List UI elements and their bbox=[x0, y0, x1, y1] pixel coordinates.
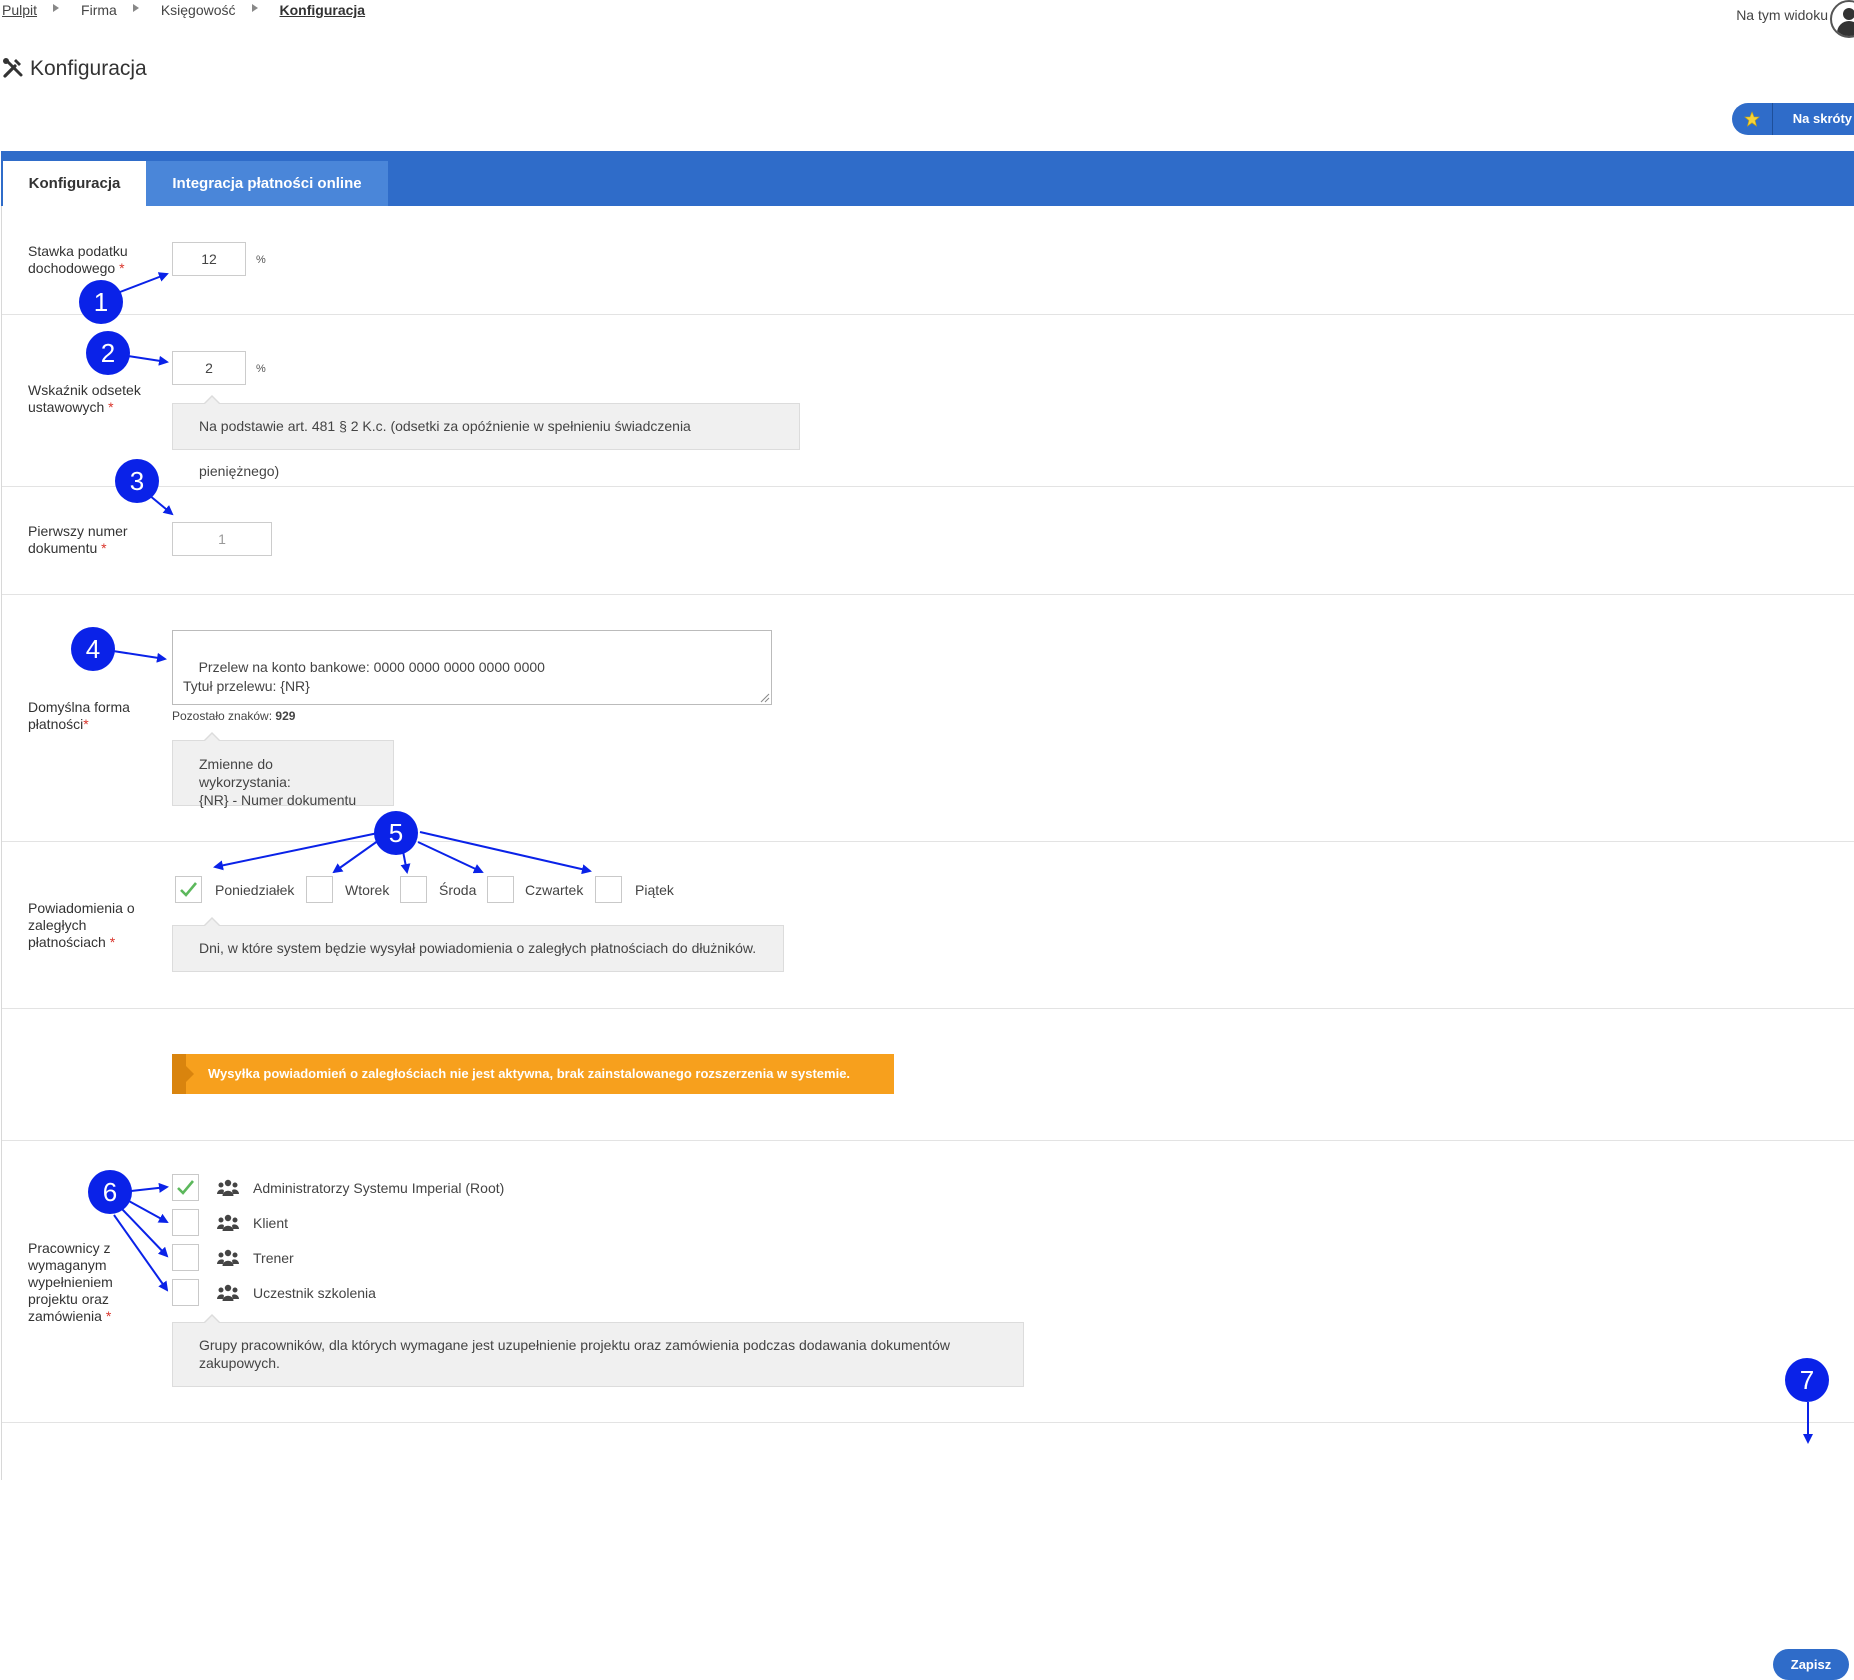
notifications-hint: Dni, w które system będzie wysyłał powia… bbox=[172, 917, 784, 972]
group-admin-checkbox[interactable] bbox=[172, 1174, 199, 1201]
callout-7: 7 bbox=[1785, 1358, 1829, 1402]
callout-4: 4 bbox=[71, 627, 115, 671]
divider bbox=[2, 594, 1854, 595]
interest-unit: % bbox=[256, 363, 266, 375]
tab-bar: Konfiguracja Integracja płatności online bbox=[1, 151, 1854, 206]
callout-3: 3 bbox=[115, 459, 159, 503]
day-wednesday-checkbox[interactable] bbox=[400, 876, 427, 903]
group-trainer-checkbox[interactable] bbox=[172, 1244, 199, 1271]
group-admin-label[interactable]: Administratorzy Systemu Imperial (Root) bbox=[253, 1180, 504, 1196]
config-form: Stawka podatku dochodowego * 12 % Wskaźn… bbox=[1, 206, 1854, 1680]
breadcrumb: Pulpit Firma Księgowość Konfiguracja bbox=[2, 2, 365, 18]
payment-textarea[interactable]: Przelew na konto bankowe: 0000 0000 0000… bbox=[172, 630, 772, 705]
divider bbox=[2, 314, 1854, 315]
view-label[interactable]: Na tym widoku bbox=[1736, 7, 1828, 23]
payment-hint: Zmienne do wykorzystania: {NR} - Numer d… bbox=[172, 732, 394, 808]
users-group-icon bbox=[217, 1284, 239, 1301]
interest-label: Wskaźnik odsetek ustawowych * bbox=[28, 382, 141, 415]
remaining-chars: Pozostało znaków: 929 bbox=[172, 709, 296, 723]
divider bbox=[2, 486, 1854, 487]
breadcrumb-separator-icon bbox=[132, 4, 139, 12]
breadcrumb-separator-icon bbox=[53, 4, 60, 12]
star-icon bbox=[1743, 111, 1760, 127]
day-tuesday-label[interactable]: Wtorek bbox=[345, 882, 389, 898]
users-group-icon bbox=[217, 1179, 239, 1196]
breadcrumb-pulpit[interactable]: Pulpit bbox=[2, 2, 37, 18]
day-friday-checkbox[interactable] bbox=[595, 876, 622, 903]
page-title: Konfiguracja bbox=[30, 57, 147, 80]
breadcrumb-separator-icon bbox=[251, 4, 258, 12]
tab-konfiguracja[interactable]: Konfiguracja bbox=[3, 161, 146, 206]
day-friday-label[interactable]: Piątek bbox=[635, 882, 674, 898]
employees-hint: Grupy pracowników, dla których wymagane … bbox=[172, 1314, 1024, 1387]
tools-icon bbox=[3, 58, 23, 78]
breadcrumb-konfiguracja[interactable]: Konfiguracja bbox=[280, 2, 366, 18]
payment-text: Przelew na konto bankowe: 0000 0000 0000… bbox=[183, 659, 545, 694]
divider bbox=[2, 1008, 1854, 1009]
shortcut-button[interactable]: Na skróty bbox=[1772, 103, 1854, 135]
divider bbox=[2, 1140, 1854, 1141]
group-participant-checkbox[interactable] bbox=[172, 1279, 199, 1306]
interest-hint: Na podstawie art. 481 § 2 K.c. (odsetki … bbox=[172, 395, 800, 479]
notifications-label: Powiadomienia o zaległych płatnościach * bbox=[28, 900, 135, 950]
interest-input[interactable]: 2 bbox=[172, 351, 246, 385]
callout-5: 5 bbox=[374, 811, 418, 855]
callout-6: 6 bbox=[88, 1170, 132, 1214]
group-client-checkbox[interactable] bbox=[172, 1209, 199, 1236]
users-group-icon bbox=[217, 1249, 239, 1266]
tab-integracja-platnosci[interactable]: Integracja płatności online bbox=[146, 161, 388, 206]
users-group-icon bbox=[217, 1214, 239, 1231]
tax-rate-label: Stawka podatku dochodowego * bbox=[28, 243, 128, 276]
day-monday-checkbox[interactable] bbox=[175, 876, 202, 903]
shortcut-group: Na skróty bbox=[1731, 103, 1854, 135]
callout-2: 2 bbox=[86, 331, 130, 375]
day-thursday-label[interactable]: Czwartek bbox=[525, 882, 583, 898]
resize-grip-icon[interactable] bbox=[760, 693, 770, 703]
divider bbox=[2, 841, 1854, 842]
first-doc-input[interactable]: 1 bbox=[172, 522, 272, 556]
favorite-button[interactable] bbox=[1731, 103, 1773, 135]
group-trainer-label[interactable]: Trener bbox=[253, 1250, 294, 1266]
day-monday-label[interactable]: Poniedziałek bbox=[215, 882, 294, 898]
day-tuesday-checkbox[interactable] bbox=[306, 876, 333, 903]
first-doc-label: Pierwszy numer dokumentu * bbox=[28, 523, 128, 556]
check-icon bbox=[180, 882, 197, 897]
user-avatar-icon[interactable] bbox=[1830, 0, 1854, 38]
divider bbox=[2, 1422, 1854, 1423]
payment-label: Domyślna forma płatności* bbox=[28, 699, 130, 732]
group-client-label[interactable]: Klient bbox=[253, 1215, 288, 1231]
group-participant-label[interactable]: Uczestnik szkolenia bbox=[253, 1285, 376, 1301]
tax-rate-input[interactable]: 12 bbox=[172, 242, 246, 276]
check-icon bbox=[177, 1180, 194, 1195]
callout-1: 1 bbox=[79, 280, 123, 324]
employees-label: Pracownicy z wymaganym wypełnieniem proj… bbox=[28, 1240, 113, 1324]
breadcrumb-ksiegowosc[interactable]: Księgowość bbox=[161, 2, 236, 18]
breadcrumb-firma[interactable]: Firma bbox=[81, 2, 117, 18]
day-wednesday-label[interactable]: Środa bbox=[439, 882, 476, 898]
day-thursday-checkbox[interactable] bbox=[487, 876, 514, 903]
tax-rate-unit: % bbox=[256, 254, 266, 266]
warning-alert: Wysyłka powiadomień o zaległościach nie … bbox=[172, 1054, 894, 1094]
save-button[interactable]: Zapisz bbox=[1773, 1649, 1849, 1680]
